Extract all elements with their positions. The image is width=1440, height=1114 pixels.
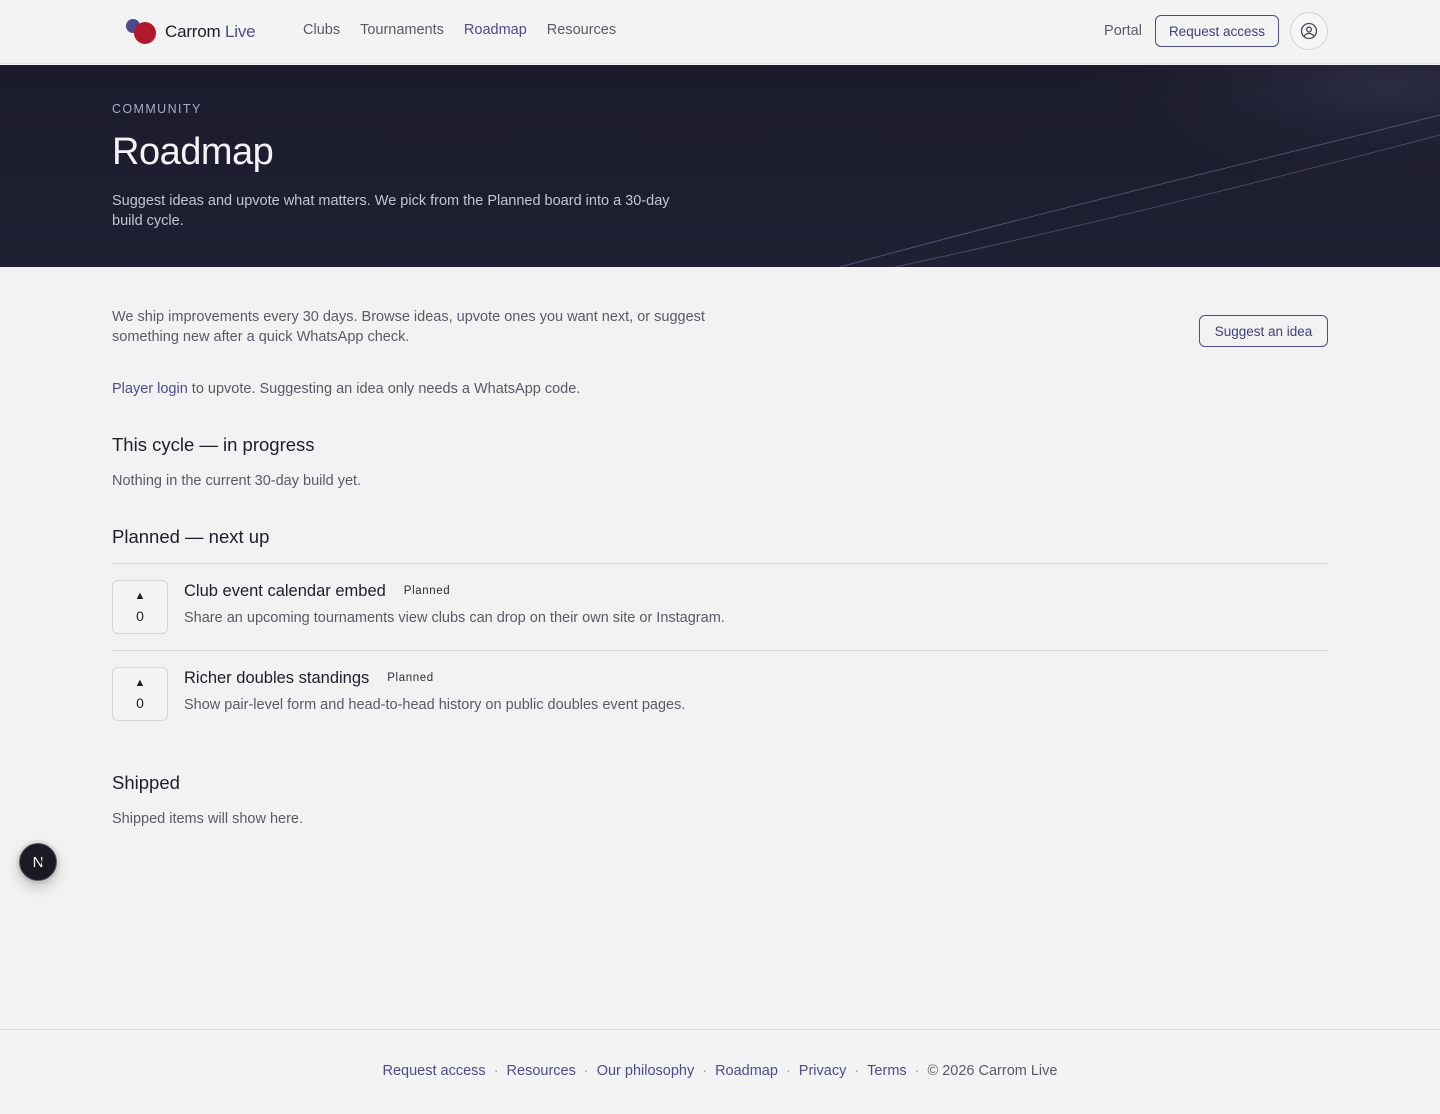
in-progress-empty: Nothing in the current 30-day build yet. (112, 473, 362, 489)
footer-links: Request access · Resources · Our philosophy ·… (0, 1063, 1440, 1079)
vote-count: 0 (136, 694, 144, 711)
hero-eyebrow: COMMUNITY (112, 102, 202, 116)
page-footer: Request access · Resources · Our philosophy ·… (0, 1029, 1440, 1114)
divider (112, 563, 1328, 564)
top-navigation-bar: Carrom Live Clubs Tournaments Roadmap Re… (0, 0, 1440, 64)
main-nav: Clubs Tournaments Roadmap Resources (303, 22, 616, 38)
idea-item: ▲ 0 Richer doubles standings Planned Show… (112, 667, 1328, 723)
logo-red-dot (134, 22, 156, 44)
planned-heading: Planned — next up (112, 526, 270, 547)
footer-link-request-access[interactable]: Request access (383, 1063, 486, 1079)
page-title: Roadmap (112, 131, 274, 173)
idea-description: Show pair-level form and head-to-head hi… (184, 697, 686, 713)
footer-link-terms[interactable]: Terms (867, 1063, 906, 1079)
vote-count: 0 (136, 607, 144, 624)
idea-item: ▲ 0 Club event calendar embed Planned Sha… (112, 580, 1328, 636)
account-button[interactable] (1290, 12, 1328, 50)
status-badge: Planned (403, 585, 451, 597)
idea-description: Share an upcoming tournaments view clubs… (184, 610, 725, 626)
divider (112, 650, 1328, 651)
carrom-logo-icon (126, 19, 158, 45)
footer-link-resources[interactable]: Resources (507, 1063, 576, 1079)
nav-link-tournaments[interactable]: Tournaments (360, 22, 444, 38)
footer-link-privacy[interactable]: Privacy (799, 1063, 847, 1079)
player-login-link[interactable]: Player login (112, 381, 188, 397)
portal-link[interactable]: Portal (1104, 23, 1142, 39)
in-progress-heading: This cycle — in progress (112, 434, 315, 455)
footer-separator: · (702, 1063, 708, 1079)
nav-link-resources[interactable]: Resources (547, 22, 616, 38)
suggest-idea-button[interactable]: Suggest an idea (1199, 315, 1328, 347)
upvote-button[interactable]: ▲ 0 (112, 667, 168, 721)
idea-title-text: Club event calendar embed (184, 582, 386, 600)
upvote-arrow-icon: ▲ (134, 589, 146, 602)
idea-title: Richer doubles standings Planned (184, 669, 434, 688)
idea-title-text: Richer doubles standings (184, 669, 370, 687)
login-hint: Player login to upvote. Suggesting an id… (112, 379, 580, 399)
dev-tools-button[interactable]: N (19, 843, 57, 881)
footer-separator: · (583, 1063, 589, 1079)
footer-link-philosophy[interactable]: Our philosophy (597, 1063, 695, 1079)
upvote-button[interactable]: ▲ 0 (112, 580, 168, 634)
login-hint-text: to upvote. Suggesting an idea only needs… (187, 381, 581, 397)
hero-banner: COMMUNITY Roadmap Suggest ideas and upvo… (0, 65, 1440, 267)
footer-separator: · (914, 1063, 920, 1079)
brand-name-main: Carrom (165, 22, 221, 41)
n-logo-icon: N (33, 854, 45, 870)
footer-separator: · (785, 1063, 791, 1079)
status-badge: Planned (387, 672, 434, 684)
brand-logo-link[interactable]: Carrom Live (126, 19, 256, 45)
footer-copyright: © 2026 Carrom Live (927, 1063, 1058, 1079)
user-circle-icon (1300, 22, 1318, 40)
hero-subtitle: Suggest ideas and upvote what matters. W… (112, 193, 670, 229)
footer-link-roadmap[interactable]: Roadmap (715, 1063, 778, 1079)
request-access-button[interactable]: Request access (1154, 15, 1279, 47)
brand-name-accent: Live (225, 22, 256, 41)
nav-link-clubs[interactable]: Clubs (303, 22, 340, 38)
roadmap-intro: We ship improvements every 30 days. Brow… (112, 309, 705, 345)
shipped-empty: Shipped items will show here. (112, 811, 304, 827)
footer-separator: · (854, 1063, 860, 1079)
nav-link-roadmap[interactable]: Roadmap (464, 22, 527, 38)
idea-title: Club event calendar embed Planned (184, 582, 450, 601)
upvote-arrow-icon: ▲ (134, 676, 146, 689)
brand-name: Carrom Live (165, 22, 256, 42)
shipped-heading: Shipped (112, 772, 180, 793)
header-actions: Portal Request access (1104, 12, 1328, 50)
footer-separator: · (493, 1063, 499, 1079)
